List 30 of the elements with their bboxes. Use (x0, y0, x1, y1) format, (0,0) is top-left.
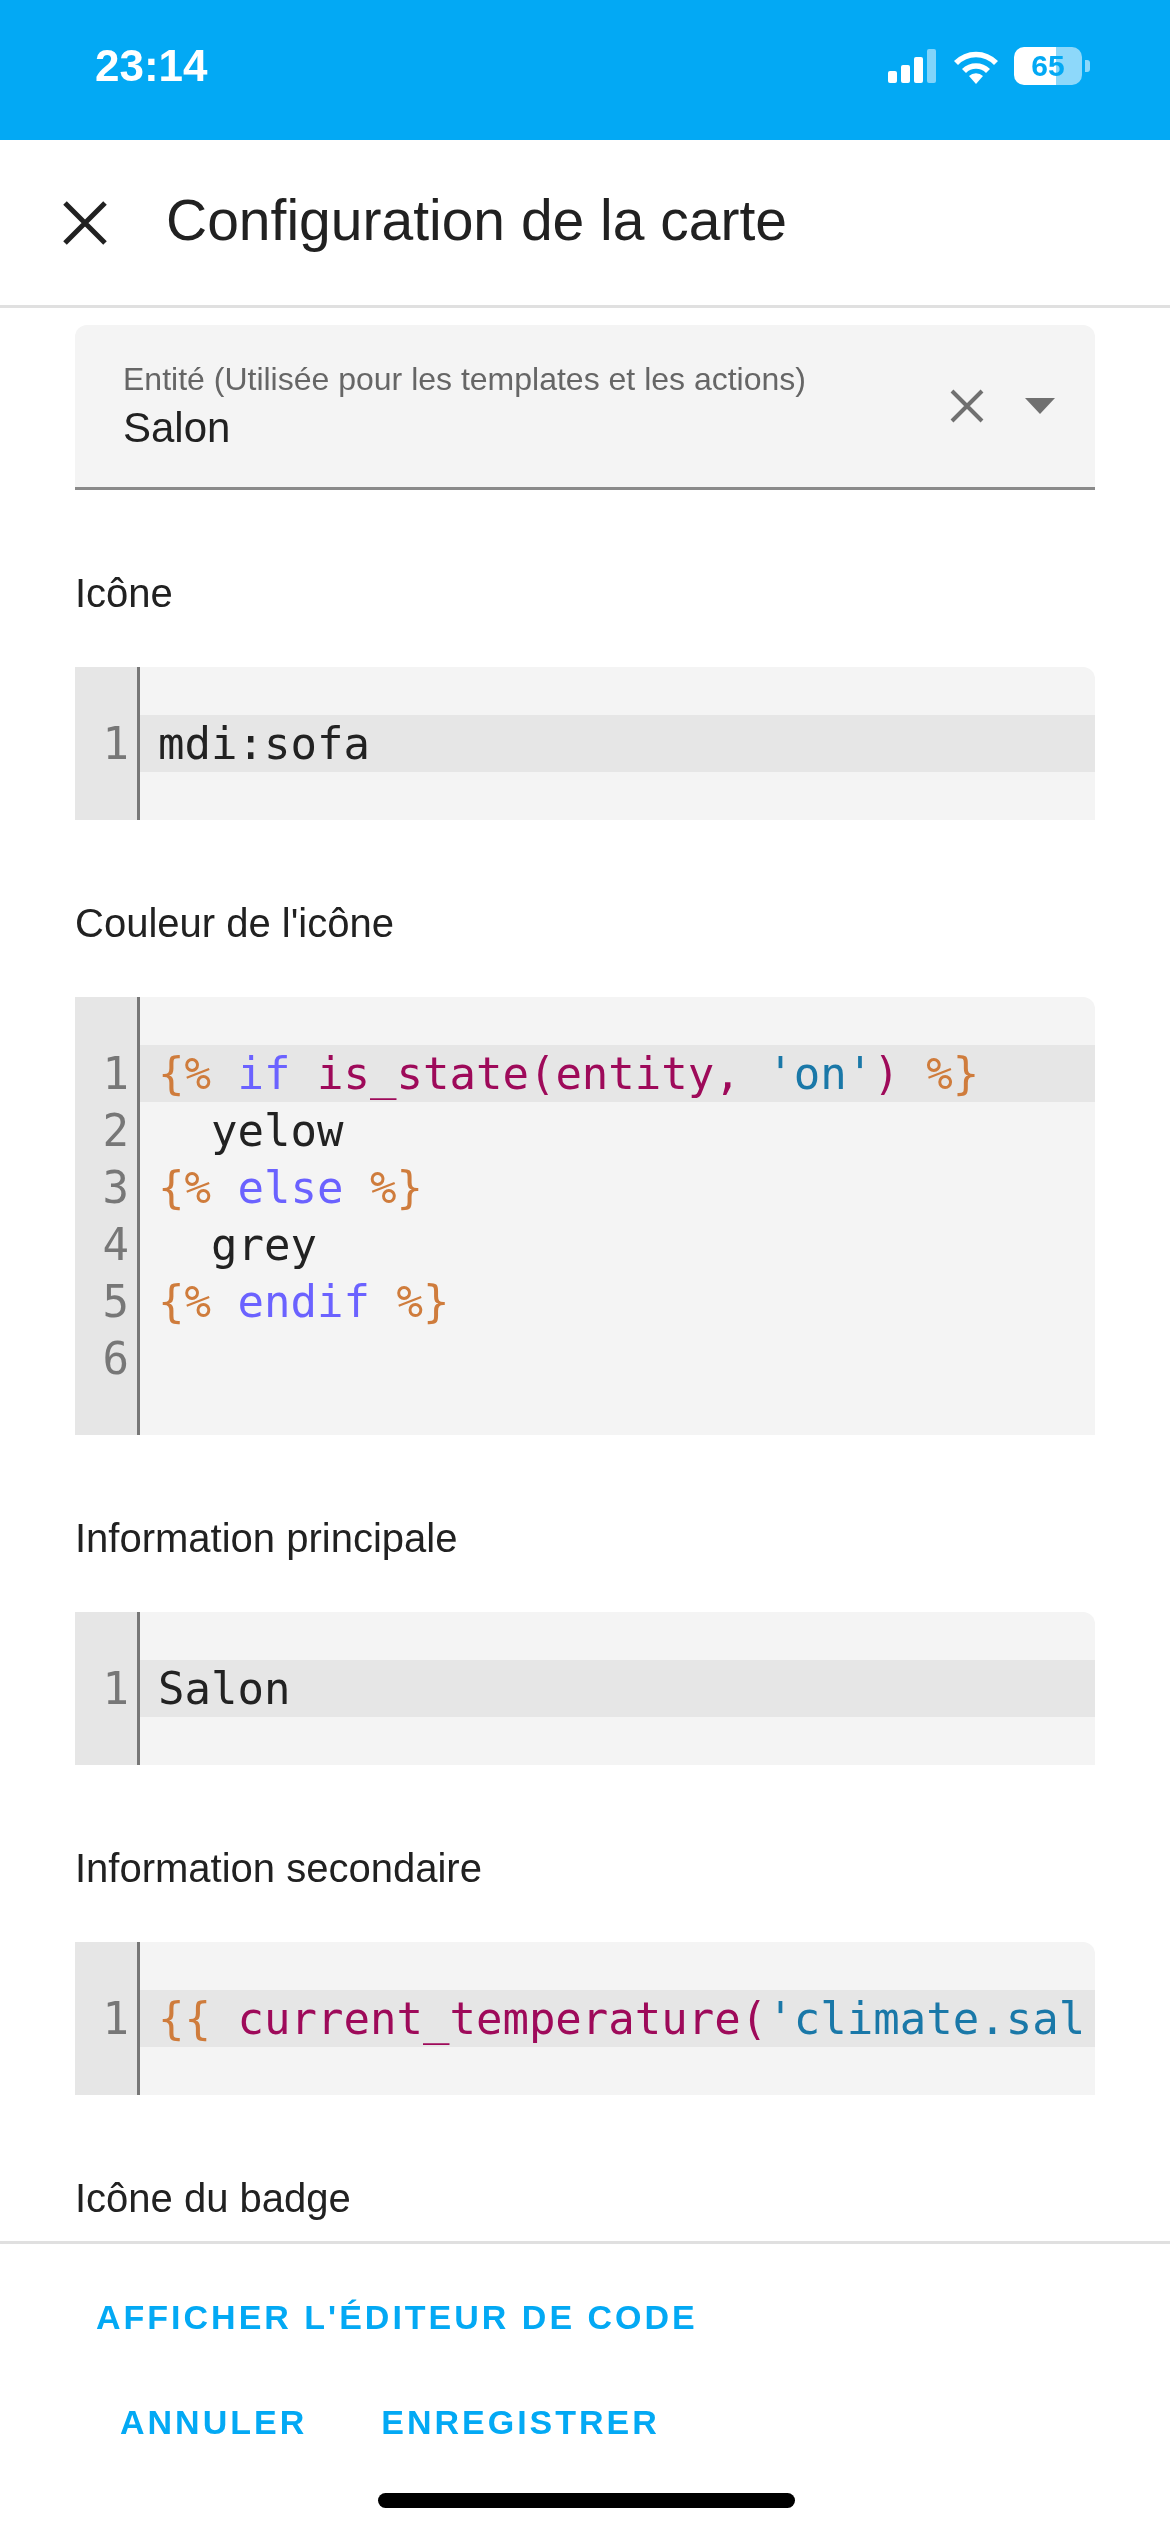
section-label: Icône du badge (75, 2175, 352, 2221)
clock-time: 23:14 (95, 41, 208, 91)
line-number: 1 (101, 1992, 130, 2046)
line-number: 1 (101, 1662, 130, 1716)
dialog-title: Configuration de la carte (166, 186, 788, 253)
code-line: yelow (209, 1104, 345, 1158)
dropdown-caret-icon[interactable] (1025, 398, 1055, 414)
code-editor[interactable]: 1 2 3 4 5 6 {% if is_state(entity, 'on') %} yelow {% else %} grey {% endif %} (75, 997, 1095, 1435)
line-number: 4 (101, 1218, 130, 1272)
line-number: 1 (101, 717, 130, 771)
code-line: grey (209, 1218, 318, 1272)
line-number: 6 (101, 1332, 130, 1386)
section-label: Information secondaire (75, 1845, 483, 1891)
field-label: Entité (Utilisée pour les templates et les actions) (123, 360, 807, 398)
section-label: Information principale (75, 1515, 459, 1561)
line-number: 5 (101, 1275, 130, 1329)
code-editor[interactable]: 1 {{ current_temperature('climate.sal (75, 1942, 1095, 2095)
section-label: Couleur de l'icône (75, 900, 395, 946)
line-number: 1 (101, 1047, 130, 1101)
line-number: 3 (101, 1161, 130, 1215)
code-editor[interactable]: 1 Salon (75, 1612, 1095, 1765)
clear-icon[interactable] (949, 388, 985, 424)
entity-value: Salon (123, 403, 232, 452)
section-label: Icône (75, 570, 174, 616)
code-editor[interactable]: 1 mdi:sofa (75, 667, 1095, 820)
code-line: {% else %} (157, 1161, 424, 1215)
battery-indicator: 65 (1014, 47, 1082, 85)
code-line: {% endif %} (157, 1275, 451, 1329)
signal-icon (888, 49, 938, 83)
line-number: 2 (101, 1104, 130, 1158)
